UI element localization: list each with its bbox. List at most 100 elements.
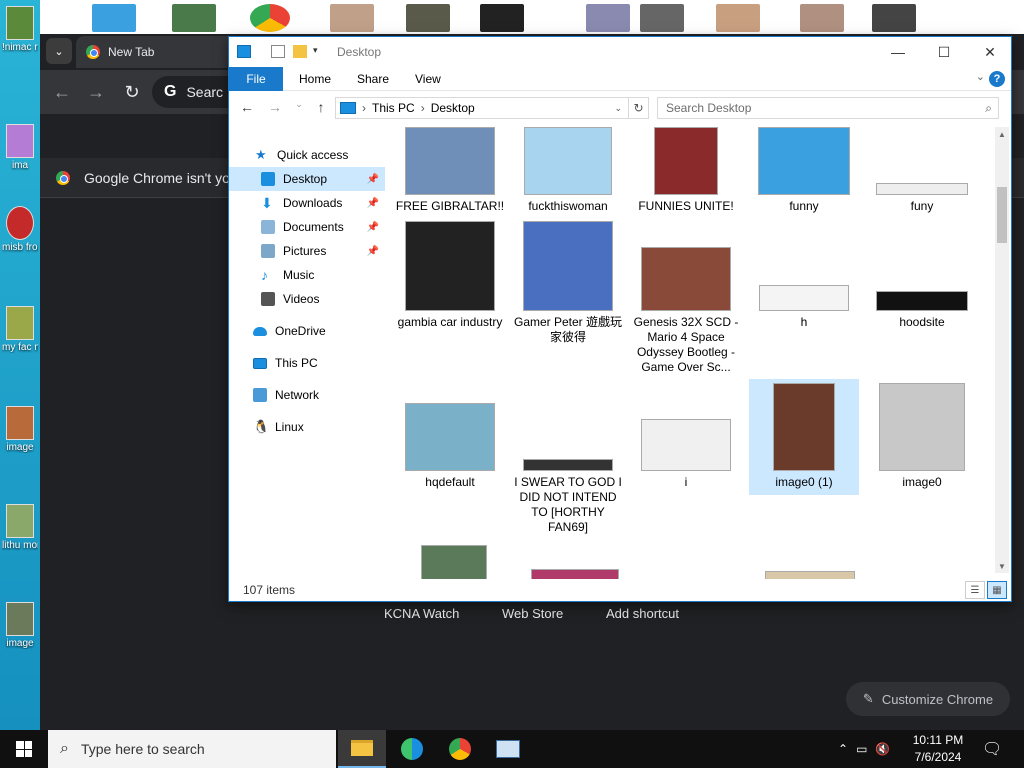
tab-search-button[interactable]: ⌄: [46, 38, 72, 64]
file-item[interactable]: hoodsite: [867, 221, 977, 330]
add-shortcut-button[interactable]: Add shortcut: [606, 606, 679, 621]
back-arrow-icon[interactable]: ←: [237, 99, 257, 115]
file-item[interactable]: Genesis 32X SCD - Mario 4 Space Odyssey …: [631, 221, 741, 375]
file-item[interactable]: FREE GIBRALTAR!!: [395, 127, 505, 214]
tab-share[interactable]: Share: [357, 72, 389, 86]
forward-arrow-icon[interactable]: →: [265, 99, 285, 115]
chrome-favicon-icon: [86, 45, 100, 59]
nav-label: Downloads: [283, 196, 343, 210]
nav-item-downloads[interactable]: ⬇ Downloads 📌: [229, 191, 385, 215]
file-thumbnail: [773, 383, 835, 471]
minimize-button[interactable]: —: [875, 37, 921, 67]
desktop-icon[interactable]: image: [2, 602, 38, 649]
chevron-down-icon[interactable]: ▾: [313, 45, 327, 58]
onedrive-icon: [253, 326, 267, 336]
desktop-icon[interactable]: ima: [2, 124, 38, 171]
file-explorer-taskbar-icon[interactable]: [338, 730, 386, 768]
file-name: Genesis 32X SCD - Mario 4 Space Odyssey …: [633, 315, 739, 374]
tab-home[interactable]: Home: [299, 72, 331, 86]
nav-item-quick-access[interactable]: ★ Quick access: [229, 143, 385, 167]
file-item[interactable]: FUNNIES UNITE!: [631, 127, 741, 214]
breadcrumb-desktop[interactable]: Desktop: [431, 101, 475, 115]
maximize-button[interactable]: ☐: [921, 37, 967, 67]
customize-chrome-button[interactable]: ✎ Customize Chrome: [846, 682, 1010, 716]
nav-item-videos[interactable]: Videos: [229, 287, 385, 311]
file-thumbnail[interactable]: [421, 545, 487, 579]
desktop-icon[interactable]: misb fron: [2, 206, 38, 253]
edge-taskbar-icon[interactable]: [388, 730, 436, 768]
desktop-icon-label: ima: [11, 160, 29, 171]
pin-icon[interactable]: 📌: [367, 222, 379, 233]
desktop-icon-label: lithu mom: [2, 540, 38, 551]
reload-icon[interactable]: ↻: [120, 80, 144, 104]
file-thumbnail[interactable]: [765, 571, 855, 579]
tab-view[interactable]: View: [415, 72, 441, 86]
file-item[interactable]: Gamer Peter 遊戲玩家彼得: [513, 221, 623, 345]
file-item[interactable]: funny: [749, 127, 859, 214]
search-input[interactable]: Search Desktop ⌕: [657, 97, 999, 119]
breadcrumb-this-pc[interactable]: This PC: [372, 101, 415, 115]
tab-new-tab[interactable]: New Tab: [76, 36, 236, 68]
file-item[interactable]: image0: [867, 383, 977, 490]
scroll-down-icon[interactable]: ▼: [995, 559, 1009, 573]
nav-item-onedrive[interactable]: OneDrive: [229, 319, 385, 343]
shortcut-web-store[interactable]: Web Store: [502, 606, 563, 621]
nav-item-documents[interactable]: Documents 📌: [229, 215, 385, 239]
file-item[interactable]: i: [631, 383, 741, 490]
file-item[interactable]: h: [749, 221, 859, 330]
chevron-down-icon[interactable]: ⌄: [614, 103, 622, 114]
nav-item-linux[interactable]: 🐧 Linux: [229, 415, 385, 439]
chrome-icon: [449, 738, 471, 760]
nav-item-network[interactable]: Network: [229, 383, 385, 407]
vertical-scrollbar[interactable]: ▲ ▼: [995, 127, 1009, 573]
desktop-icon[interactable]: image: [2, 406, 38, 453]
desktop-icon[interactable]: my fac n-arab: [2, 306, 38, 353]
expand-ribbon-icon[interactable]: ⌄: [976, 70, 985, 83]
desktop-icon[interactable]: lithu mom: [2, 504, 38, 551]
large-icons-view-icon[interactable]: ▦: [987, 581, 1007, 599]
file-name: gambia car industry: [397, 315, 503, 329]
taskbar-search-box[interactable]: ⌕ Type here to search: [48, 730, 336, 768]
file-item[interactable]: funy: [867, 127, 977, 214]
help-icon[interactable]: ?: [989, 71, 1005, 87]
network-icon: [253, 388, 267, 402]
file-item-selected[interactable]: image0 (1): [749, 379, 859, 495]
nav-item-desktop[interactable]: Desktop 📌: [229, 167, 385, 191]
pin-icon[interactable]: 📌: [367, 246, 379, 257]
details-view-icon[interactable]: ☰: [965, 581, 985, 599]
volume-muted-icon[interactable]: 🔇: [875, 742, 890, 756]
nav-item-this-pc[interactable]: This PC: [229, 351, 385, 375]
pin-icon[interactable]: 📌: [367, 198, 379, 209]
back-arrow-icon[interactable]: ←: [50, 80, 74, 104]
chevron-up-icon[interactable]: ⌃: [838, 742, 848, 756]
new-folder-icon[interactable]: [293, 45, 307, 58]
start-button[interactable]: [0, 730, 48, 768]
star-icon: ★: [255, 147, 267, 162]
up-arrow-icon[interactable]: ↑: [311, 99, 331, 115]
file-item[interactable]: I SWEAR TO GOD I DID NOT INTEND TO [HORT…: [513, 383, 623, 535]
file-item[interactable]: gambia car industry: [395, 221, 505, 330]
chrome-taskbar-icon[interactable]: [436, 730, 484, 768]
close-button[interactable]: ✕: [967, 37, 1013, 67]
shortcut-kcna-watch[interactable]: KCNA Watch: [384, 606, 459, 621]
tab-file[interactable]: File: [229, 67, 283, 91]
remote-desktop-taskbar-icon[interactable]: [484, 730, 532, 768]
notifications-icon[interactable]: 🗨: [982, 730, 1002, 768]
network-icon[interactable]: ▭: [856, 742, 867, 756]
nav-item-music[interactable]: ♪ Music: [229, 263, 385, 287]
refresh-icon[interactable]: ↻: [629, 97, 649, 119]
scroll-thumb[interactable]: [997, 187, 1007, 243]
taskbar-clock[interactable]: 10:11 PM 7/6/2024: [898, 732, 978, 766]
scroll-up-icon[interactable]: ▲: [995, 127, 1009, 141]
pin-icon[interactable]: 📌: [367, 174, 379, 185]
recent-locations-icon[interactable]: ⌄: [289, 99, 309, 110]
file-thumbnail[interactable]: [531, 569, 619, 579]
file-item[interactable]: fuckthiswoman: [513, 127, 623, 214]
file-item[interactable]: hqdefault: [395, 383, 505, 490]
desktop-thumbnail: [6, 124, 34, 158]
address-bar[interactable]: › This PC › Desktop ⌄: [335, 97, 629, 119]
desktop-icon[interactable]: !nimac rary m: [2, 6, 38, 53]
nav-item-pictures[interactable]: Pictures 📌: [229, 239, 385, 263]
forward-arrow-icon[interactable]: →: [84, 80, 108, 104]
properties-icon[interactable]: [271, 45, 285, 58]
